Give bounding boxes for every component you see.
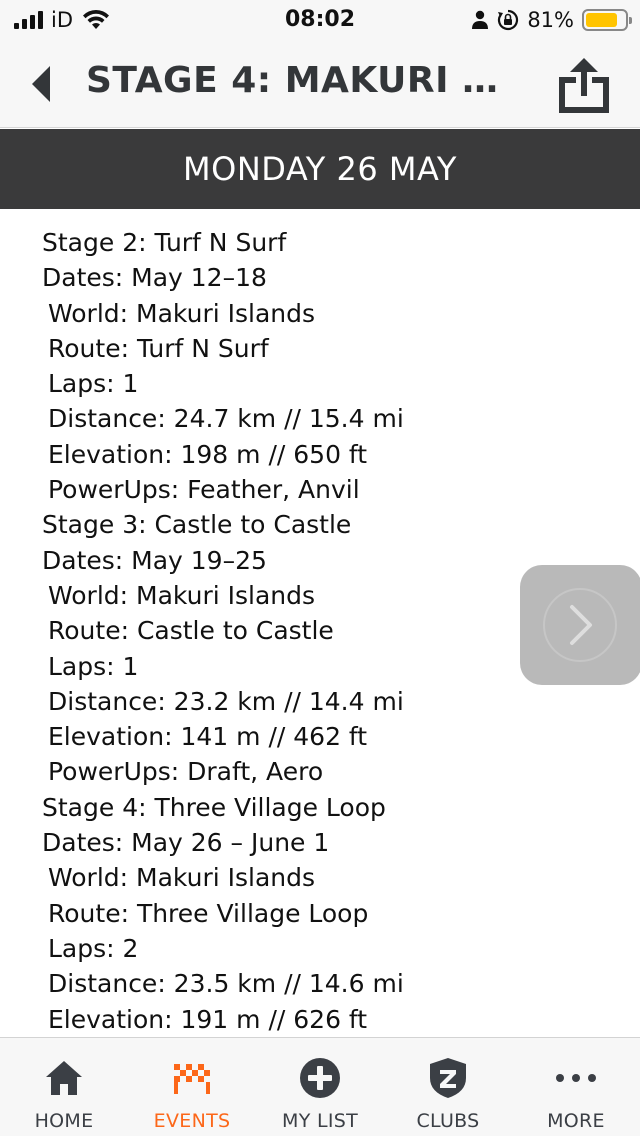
- orientation-lock-icon: [498, 9, 519, 31]
- chevron-left-icon: [32, 66, 50, 102]
- person-icon: [472, 10, 489, 29]
- detail-line: Dates: May 19–25: [42, 545, 267, 575]
- event-description[interactable]: Stage 2: Turf N Surf Dates: May 12–18 Worl…: [0, 209, 640, 1037]
- tab-more-label: MORE: [547, 1110, 605, 1132]
- battery-fill: [586, 13, 617, 27]
- app-screen: iD 08:02 81% STAGE 4: MAKURI M... MONDAY…: [0, 0, 640, 1136]
- tab-bar: HOME EVENTS MY LIST CLUBS MORE: [0, 1037, 640, 1136]
- detail-line: World: Makuri Islands: [48, 863, 316, 893]
- detail-line: Distance: 23.5 km // 14.6 mi: [48, 969, 404, 999]
- detail-line: Elevation: 141 m // 462 ft: [48, 722, 368, 752]
- detail-line: Stage 4: Three Village Loop: [42, 792, 386, 822]
- chevron-right-icon: [543, 588, 617, 662]
- detail-line: Route: Three Village Loop: [48, 898, 369, 928]
- tab-home-label: HOME: [34, 1110, 94, 1132]
- next-button[interactable]: [520, 565, 640, 685]
- status-bar: iD 08:02 81%: [0, 0, 640, 40]
- battery-icon: [582, 9, 632, 31]
- tab-my-list-label: MY LIST: [282, 1110, 358, 1132]
- tab-events[interactable]: EVENTS: [128, 1038, 256, 1136]
- detail-line: World: Makuri Islands: [48, 298, 316, 328]
- share-icon: [559, 58, 609, 113]
- detail-line: Route: Turf N Surf: [48, 333, 269, 363]
- tab-events-label: EVENTS: [153, 1110, 231, 1132]
- tab-clubs[interactable]: CLUBS: [384, 1038, 512, 1136]
- tab-more[interactable]: MORE: [512, 1038, 640, 1136]
- date-banner: MONDAY 26 MAY: [0, 129, 640, 209]
- tab-clubs-label: CLUBS: [416, 1110, 480, 1132]
- shield-icon: [430, 1058, 466, 1098]
- battery-percent: 81%: [527, 8, 574, 32]
- detail-line: Laps: 2: [48, 933, 139, 963]
- detail-list: Stage 2: Turf N Surf Dates: May 12–18 Worl…: [42, 225, 404, 1037]
- detail-line: Distance: 23.2 km // 14.4 mi: [48, 686, 404, 716]
- share-button[interactable]: [556, 58, 612, 114]
- detail-line: Laps: 1: [48, 369, 139, 399]
- detail-line: PowerUps: Feather, Anvil: [48, 475, 360, 505]
- detail-line: Stage 2: Turf N Surf: [42, 228, 287, 257]
- detail-line: Elevation: 198 m // 650 ft: [48, 439, 368, 469]
- tab-my-list[interactable]: MY LIST: [256, 1038, 384, 1136]
- detail-line: Dates: May 12–18: [42, 263, 267, 293]
- home-icon: [46, 1061, 82, 1095]
- detail-line: Stage 3: Castle to Castle: [42, 510, 352, 540]
- status-right: 81%: [471, 8, 632, 32]
- plus-circle-icon: [300, 1058, 340, 1098]
- detail-line: Distance: 24.7 km // 15.4 mi: [48, 404, 404, 434]
- detail-line: Elevation: 191 m // 626 ft: [48, 1004, 368, 1034]
- detail-line: PowerUps: Draft, Aero: [48, 757, 324, 787]
- checkered-flag-icon: [174, 1064, 210, 1094]
- nav-header: STAGE 4: MAKURI M...: [0, 40, 640, 128]
- detail-line: World: Makuri Islands: [48, 580, 316, 610]
- detail-line: Route: Castle to Castle: [48, 616, 334, 646]
- detail-line: Laps: 1: [48, 651, 139, 681]
- back-button[interactable]: [22, 62, 62, 106]
- more-dots-icon: [556, 1074, 596, 1082]
- detail-line: Dates: May 26 – June 1: [42, 828, 330, 858]
- tab-home[interactable]: HOME: [0, 1038, 128, 1136]
- page-title: STAGE 4: MAKURI M...: [86, 60, 526, 101]
